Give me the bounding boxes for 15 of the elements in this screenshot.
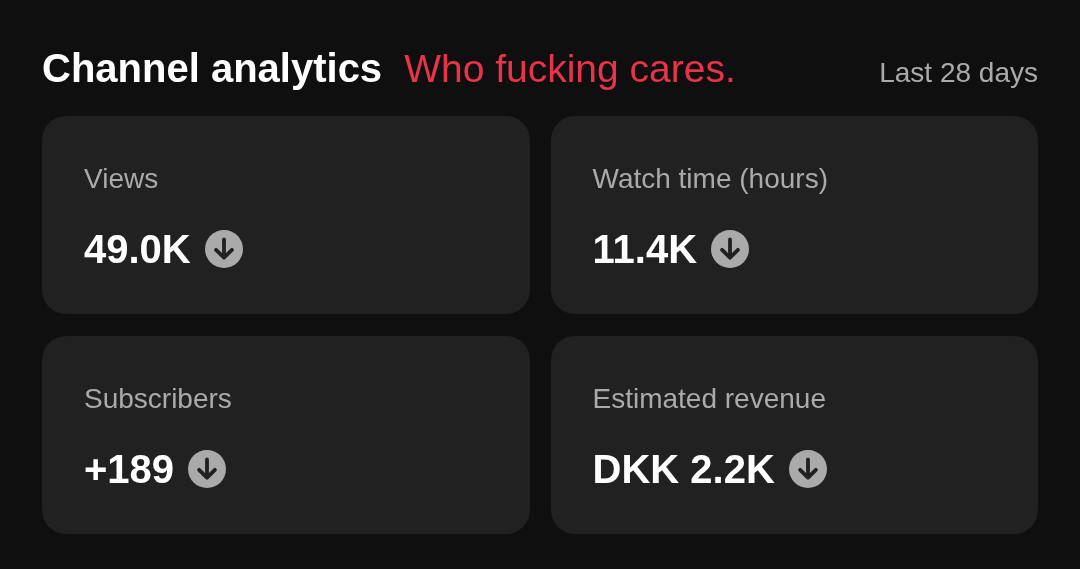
metric-label: Watch time (hours) (592, 162, 828, 196)
section-title: Channel analytics (42, 45, 383, 92)
metric-card[interactable]: Watch time (hours) 11.4K (550, 116, 1038, 314)
metric-card[interactable]: Subscribers +189 (42, 336, 530, 534)
metric-value: 49.0K (84, 226, 191, 272)
metric-value: 11.4K (592, 226, 698, 272)
metric-value: DKK 2.2K (592, 446, 775, 492)
metric-label: Subscribers (84, 382, 232, 416)
metric-card[interactable]: Views 49.0K (42, 116, 530, 314)
metric-card[interactable]: Estimated revenue DKK 2.2K (550, 336, 1038, 534)
caption-text: Who fucking cares. (404, 46, 736, 92)
metric-label: Estimated revenue (592, 382, 826, 416)
metric-value: +189 (84, 446, 175, 492)
period-label: Last 28 days (879, 56, 1038, 90)
metric-label: Views (84, 162, 159, 196)
